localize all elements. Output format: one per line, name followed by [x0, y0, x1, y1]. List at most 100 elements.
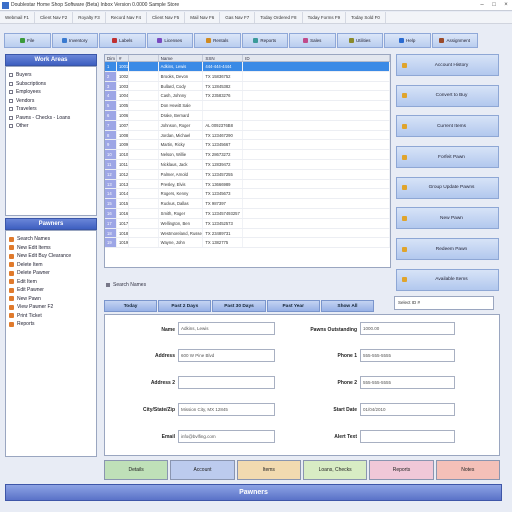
grid-col-name[interactable]: Name — [159, 55, 204, 61]
filter-tab-today[interactable]: Today — [104, 300, 158, 312]
grid-col-number[interactable]: # — [117, 55, 129, 61]
pawner-task-edit-pawner[interactable]: Edit Pawner — [9, 286, 93, 295]
work-area-other[interactable]: Other — [9, 122, 93, 131]
table-row[interactable]: 10 1010 Nelson, Willie TX 28673272 — [105, 150, 390, 160]
work-area-travelers[interactable]: Travelers — [9, 105, 93, 114]
table-row[interactable]: 12 1012 Palmer, Arnold TX 123457255 — [105, 169, 390, 180]
toolbar-assignment-button[interactable]: Assignment — [431, 33, 478, 48]
toolbar-labels-button[interactable]: Labels — [99, 33, 146, 48]
table-row[interactable]: 14 1014 Rogers, Kenny TX 12345673 — [105, 189, 390, 200]
table-row[interactable]: 4 1004 Cash, Johnny TX 23583276 — [105, 91, 390, 102]
filter-tab-show-all[interactable]: Show All — [320, 300, 375, 312]
table-row[interactable]: 7 1007 Johnson, Roger AL 0092376B8 — [105, 120, 390, 131]
menu-today-sold-f0[interactable]: Today Sold F0 — [346, 12, 386, 23]
start-date-field[interactable]: 01/04/2010 — [360, 403, 455, 416]
account-history-button[interactable]: Account History — [396, 54, 499, 76]
filter-tab-past-2-days[interactable]: Past 2 Days — [158, 300, 212, 312]
grid-col-dim[interactable]: Dim — [105, 55, 117, 61]
close-button[interactable]: × — [500, 2, 512, 8]
work-area-buyers[interactable]: Buyers — [9, 71, 93, 80]
grid-col-id[interactable]: ID — [243, 55, 390, 61]
table-row[interactable]: 2 1002 Brooks, Devon TX 15836752 — [105, 71, 390, 82]
grid-col-ssn[interactable]: SSN — [203, 55, 244, 61]
filter-tab-past-year[interactable]: Past Year — [266, 300, 320, 312]
details-tab-button[interactable]: Details — [104, 460, 169, 480]
address2-field[interactable] — [178, 376, 275, 389]
phone1-field[interactable]: 555-555-5555 — [360, 349, 455, 362]
table-row[interactable]: 13 1013 Presley, Elvis TX 13666989 — [105, 179, 390, 190]
task-icon — [9, 287, 14, 293]
table-row[interactable]: 18 1018 Westmoreland, Russell TX 23489731 — [105, 228, 390, 239]
pawner-task-print-ticket[interactable]: Print Ticket — [9, 312, 93, 321]
new-pawn-button[interactable]: New Pawn — [396, 207, 499, 230]
menu-mail-nav-f6[interactable]: Mail Nav F6 — [185, 12, 221, 23]
menu-today-ordered-f8[interactable]: Today Ordered F8 — [255, 12, 303, 23]
checkbox-icon — [9, 90, 13, 95]
toolbar-file-button[interactable]: File — [4, 33, 51, 48]
menu-webmail-f1[interactable]: Webmail F1 — [0, 12, 35, 23]
work-area-subscriptions[interactable]: Subscriptions — [9, 80, 93, 89]
menu-gas-nav-f7[interactable]: Gas Nav F7 — [220, 12, 256, 23]
forfeit-pawn-button[interactable]: Forfeit Pawn — [396, 146, 499, 169]
pawner-task-new-pawn[interactable]: New Pawn — [9, 295, 93, 304]
toolbar-licenses-button[interactable]: Licenses — [146, 33, 193, 48]
work-area-employees[interactable]: Employees — [9, 88, 93, 97]
notes-tab-button[interactable]: Notes — [435, 460, 500, 480]
pawner-task-new-edit-items[interactable]: New Edit Items — [9, 244, 93, 253]
pawner-task-new-edit-buy-clearance[interactable]: New Edit Buy Clearance — [9, 252, 93, 261]
city-state-zip-field[interactable]: Mission City, MX 12845 — [178, 403, 275, 416]
table-row[interactable]: 6 1006 Drake, Bernard — [105, 110, 390, 121]
pawner-task-search-names[interactable]: Search Names — [9, 235, 93, 244]
pawner-task-reports[interactable]: Reports — [9, 320, 93, 329]
table-row[interactable]: 9 1009 Martin, Ricky TX 12345667 — [105, 140, 390, 151]
work-area-vendors[interactable]: Vendors — [9, 97, 93, 106]
table-row[interactable]: 1 1001 Adkins, Lewis 444-444-4444 — [105, 62, 390, 72]
pawner-task-delete-item[interactable]: Delete Item — [9, 261, 93, 270]
search-names-row[interactable]: Search Names — [104, 280, 391, 289]
maximize-button[interactable]: □ — [488, 2, 500, 8]
account-tab-button[interactable]: Account — [170, 460, 235, 480]
select-id-field[interactable]: Select ID # — [394, 296, 494, 310]
pawner-task-delete-pawner[interactable]: Delete Pawner — [9, 269, 93, 278]
table-row[interactable]: 19 1019 Wayne, John TX 1382775 — [105, 238, 390, 249]
phone2-field[interactable]: 555-555-5555 — [360, 376, 455, 389]
work-area-pawns-checks-loans[interactable]: Pawns - Checks - Loans — [9, 114, 93, 123]
redeem-pawn-button[interactable]: Redeem Pawn — [396, 238, 499, 261]
toolbar-sales-button[interactable]: Sales — [289, 33, 336, 48]
pawner-task-view-pawner-f2[interactable]: View Pawner F2 — [9, 303, 93, 312]
toolbar-utilities-button[interactable]: Utilities — [336, 33, 383, 48]
table-row[interactable]: 15 1015 Ruckus, Dallas TX 987397 — [105, 199, 390, 209]
group-update-pawns-button[interactable]: Group Update Pawns — [396, 176, 499, 199]
email-field[interactable]: info@bvlfing.com — [178, 430, 275, 443]
table-row[interactable]: 8 1008 Jordan, Michael TX 123467290 — [105, 130, 390, 141]
minimize-button[interactable]: – — [476, 2, 488, 8]
row-name: Wayne, John — [159, 238, 204, 248]
menu-today-forms-f9[interactable]: Today Forms F9 — [303, 12, 347, 23]
table-row[interactable]: 5 1005 Don Hewitt Sale — [105, 101, 390, 111]
menu-client-nav-f5[interactable]: Client Nav F5 — [147, 12, 186, 23]
menu-record-nav-f4[interactable]: Record Nav F4 — [106, 12, 147, 23]
loans-checks-tab-button[interactable]: Loans, Checks — [302, 460, 368, 480]
items-tab-button[interactable]: Items — [236, 460, 301, 480]
table-row[interactable]: 17 1017 Wellington, Ben TX 123452573 — [105, 218, 390, 229]
current-items-button[interactable]: Current Items — [396, 115, 499, 138]
pawns-outstanding-field[interactable]: 1000.00 — [360, 322, 455, 335]
toolbar-help-button[interactable]: Help — [384, 33, 431, 48]
name-field[interactable]: Adkins, Lewis — [178, 322, 275, 335]
filter-tab-past-30-days[interactable]: Past 30 Days — [212, 300, 266, 312]
address-field[interactable]: 600 W Pine Blvd — [178, 349, 275, 362]
convert-to-buy-button[interactable]: Convert to Buy — [396, 84, 499, 107]
pawner-task-edit-item[interactable]: Edit Item — [9, 278, 93, 287]
row-spacer — [129, 199, 159, 208]
toolbar-inventory-button[interactable]: Inventory — [51, 33, 98, 48]
reports-tab-button[interactable]: Reports — [369, 460, 434, 480]
toolbar-rentals-button[interactable]: Rentals — [194, 33, 241, 48]
table-row[interactable]: 3 1003 Bullard, Cody TX 12845382 — [105, 81, 390, 92]
menu-royalty-f3[interactable]: Royalty F3 — [73, 12, 106, 23]
toolbar-reports-button[interactable]: Reports — [241, 33, 288, 48]
menu-client-nav-f2[interactable]: Client Nav F2 — [35, 12, 74, 23]
table-row[interactable]: 16 1016 Smith, Roger TX 123457493257 — [105, 208, 390, 219]
alert-text-field[interactable] — [360, 430, 455, 443]
available-items-button[interactable]: Available Items — [396, 268, 499, 291]
table-row[interactable]: 11 1011 Nicklaus, Jack TX 12839472 — [105, 159, 390, 170]
